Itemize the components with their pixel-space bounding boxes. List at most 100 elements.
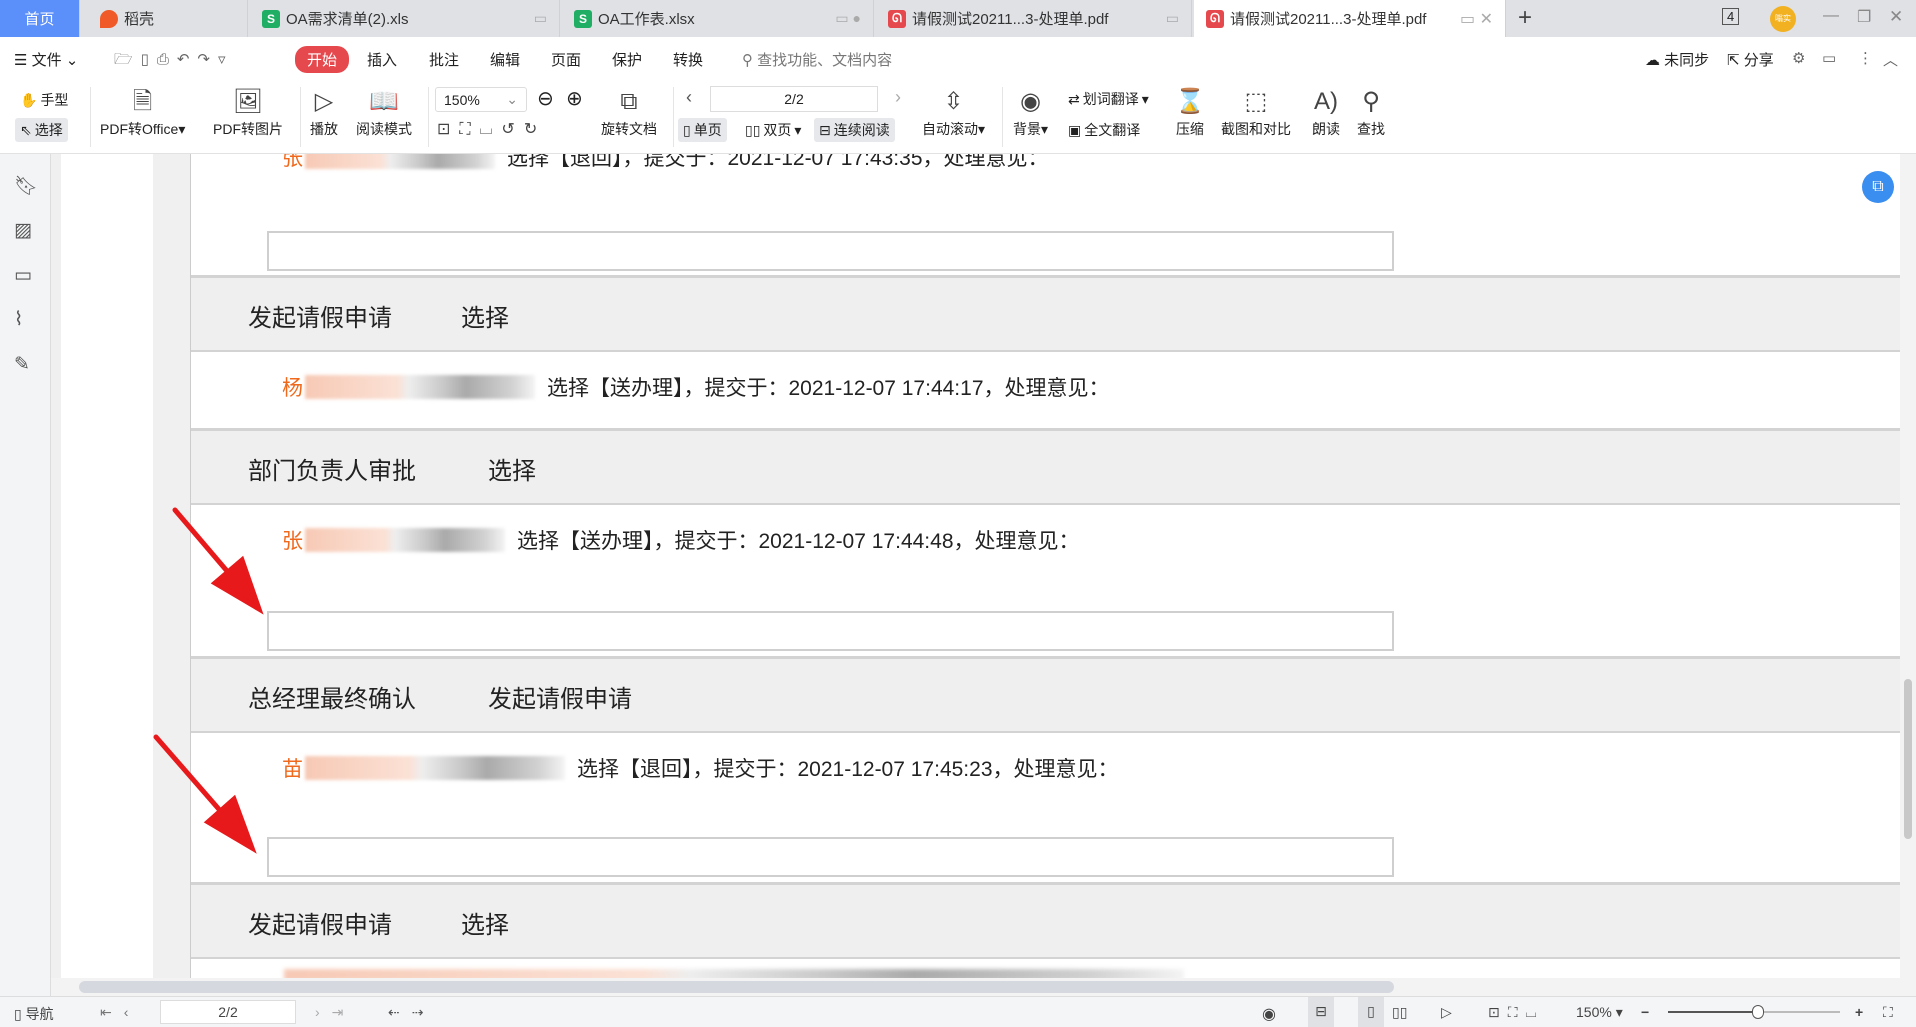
tab-edit[interactable]: 编辑 [490, 49, 520, 70]
read-aloud-button[interactable]: A) 朗读 [1312, 85, 1340, 139]
zoom-out-icon[interactable]: ⊖ [537, 86, 554, 111]
fit-icons[interactable]: ⊡⛶⌴ [1488, 1004, 1545, 1021]
tab-start[interactable]: 开始 [295, 46, 350, 73]
horizontal-scrollbar[interactable] [51, 978, 1916, 996]
share-button[interactable]: ⇱ 分享 [1727, 49, 1774, 70]
continuous-icon[interactable]: ⊟ [1308, 997, 1334, 1027]
first-prev-page-buttons[interactable]: ⇤‹ [100, 1004, 140, 1021]
tab-insert[interactable]: 插入 [367, 49, 397, 70]
hand-tool[interactable]: ✋ 手型 [20, 90, 68, 110]
play-icon[interactable]: ▷ [1441, 1004, 1452, 1021]
status-page-input[interactable]: 2/2 [160, 1000, 296, 1024]
screenshot-compare-button[interactable]: ⬚ 截图和对比 [1221, 85, 1291, 139]
share-label: 分享 [1743, 52, 1774, 69]
sync-button[interactable]: ☁ 未同步 [1645, 49, 1709, 70]
word-translate-button[interactable]: ⇄ 划词翻译 ▾ [1068, 89, 1149, 109]
file-menu[interactable]: ☰ 文件 ⌄ [14, 49, 78, 70]
avatar[interactable]: 嗡实 [1770, 6, 1796, 32]
find-button[interactable]: ⚲ 查找 [1357, 85, 1385, 139]
nav-label: 导航 [25, 1006, 54, 1022]
label: 阅读模式 [356, 121, 412, 137]
tab-convert[interactable]: 转换 [673, 49, 703, 70]
signature-icon[interactable]: ✎ [14, 353, 30, 376]
minimize-button[interactable]: — [1823, 7, 1839, 25]
next-page-button[interactable]: › [895, 87, 901, 108]
pdf-icon: ᘏ [1206, 9, 1224, 28]
tab-label: 稻壳 [124, 11, 155, 28]
continuous-read-button[interactable]: ⊟ 连续阅读 [814, 118, 895, 142]
fit-rotate-icons[interactable]: ⊡⛶⌴↺↻ [437, 119, 546, 139]
tab-page[interactable]: 页面 [551, 49, 581, 70]
zoom-slider-handle[interactable] [1752, 1005, 1764, 1019]
window-count-badge[interactable]: 4 [1722, 8, 1740, 25]
compress-button[interactable]: ⌛ 压缩 [1175, 85, 1205, 139]
comment-icon[interactable]: ▭ [14, 264, 32, 287]
zoom-in-icon[interactable]: ⊕ [566, 86, 583, 111]
close-tab-icon[interactable]: ▭ ✕ [1460, 9, 1493, 29]
prev-page-button[interactable]: ‹ [686, 87, 692, 108]
background-button[interactable]: ◉ 背景▾ [1013, 85, 1048, 139]
attachment-icon[interactable]: ⌇ [14, 308, 23, 331]
zoom-out-button[interactable]: − [1641, 1004, 1649, 1020]
label: 查找 [1357, 121, 1385, 137]
step-header: 部门负责人审批 选择 [191, 428, 1900, 505]
tab-pdf-active[interactable]: ᘏ 请假测试20211...3-处理单.pdf ▭ ✕ [1194, 0, 1506, 37]
zoom-value: 150% [1576, 1004, 1612, 1020]
select-tool[interactable]: ⇖ 选择 [15, 118, 68, 142]
search-box[interactable]: ⚲ 查找功能、文档内容 [742, 49, 892, 70]
opinion-box[interactable] [267, 231, 1394, 271]
tab-annotate[interactable]: 批注 [429, 49, 459, 70]
status-zoom[interactable]: 150% ▾ [1576, 1004, 1623, 1021]
thumbnail-icon[interactable]: ▨ [14, 219, 32, 242]
label: PDF转Office [100, 121, 179, 137]
rotate-document-button[interactable]: ⧉ 旋转文档 [601, 85, 657, 139]
tab-oa-sheet[interactable]: S OA工作表.xlsx ▭ ● [562, 0, 874, 37]
zoom-in-button[interactable]: + [1855, 1004, 1863, 1020]
record-row: 苗 选择【退回】，提交于：2021-12-07 17:45:23，处理意见： [191, 733, 1900, 882]
full-translate-button[interactable]: ▣ 全文翻译 [1068, 120, 1140, 140]
comment-icon[interactable]: ▭ [1822, 49, 1836, 67]
restore-button[interactable]: ❐ [1857, 7, 1871, 27]
zoom-slider[interactable] [1668, 1005, 1840, 1019]
new-tab-button[interactable]: + [1518, 4, 1532, 32]
single-page-button[interactable]: ▯ 单页 [678, 118, 727, 142]
quick-access-icons[interactable]: 🗁▯⎙↶↷▿ [114, 49, 234, 74]
opinion-box[interactable] [267, 837, 1394, 877]
tab-protect[interactable]: 保护 [612, 49, 642, 70]
play-button[interactable]: ▷ 播放 [310, 85, 338, 139]
double-page-icon[interactable]: ▯▯ [1392, 1004, 1407, 1021]
opinion-box[interactable] [267, 611, 1394, 651]
page-input[interactable]: 2/2 [710, 86, 878, 112]
pdf-to-image-button[interactable]: 🖼 PDF转图片 [213, 85, 283, 139]
tab-oa-list[interactable]: S OA需求清单(2).xls ▭ [250, 0, 560, 37]
sync-label: 未同步 [1664, 52, 1710, 69]
eye-protect-icon[interactable]: ◉ [1262, 1004, 1276, 1024]
single-page-icon[interactable]: ▯ [1358, 997, 1384, 1027]
next-last-page-buttons[interactable]: ›⇥ [315, 1004, 355, 1021]
menu-bar: ☰ 文件 ⌄ 🗁▯⎙↶↷▿ 开始 插入 批注 编辑 页面 保护 转换 ⚲ 查找功… [0, 37, 1916, 81]
rotate-icon: ⧉ [620, 88, 638, 115]
bookmark-icon[interactable]: 🔖︎ [14, 174, 38, 198]
step-action: 选择 [461, 912, 509, 939]
redacted-name [305, 375, 535, 399]
floating-convert-button[interactable]: ⧉ [1862, 171, 1894, 203]
pdf-to-office-button[interactable]: 🗎 PDF转Office▾ [100, 85, 185, 139]
tab-daoke[interactable]: 稻壳 [88, 0, 248, 37]
zoom-select[interactable]: 150% ⌄ [435, 87, 527, 112]
pdf-page[interactable]: 张 选择【退回】，提交于：2021-12-07 17:43:35，处理意见： 发起… [190, 154, 1900, 978]
tab-pdf-1[interactable]: ᘏ 请假测试20211...3-处理单.pdf ▭ [876, 0, 1192, 37]
tab-home[interactable]: 首页 [0, 0, 80, 37]
auto-scroll-button[interactable]: ⇳ 自动滚动▾ [922, 85, 985, 139]
vertical-scrollbar[interactable] [1900, 154, 1916, 978]
back-forward-buttons[interactable]: ⇠⇢ [388, 1004, 435, 1021]
collapse-ribbon-icon[interactable]: ︿ [1883, 49, 1898, 70]
tab-bar: 首页 稻壳 S OA需求清单(2).xls ▭ S OA工作表.xlsx ▭ ● ᘏ 请假… [0, 0, 1916, 37]
settings-icon[interactable]: ⚙ [1792, 49, 1805, 67]
double-page-button[interactable]: ▯▯ 双页 ▾ [745, 120, 801, 140]
fullscreen-icon[interactable]: ⛶ [1883, 1004, 1893, 1021]
more-icon[interactable]: ⋮ [1858, 49, 1873, 67]
read-mode-button[interactable]: 📖 阅读模式 [356, 85, 412, 139]
close-window-button[interactable]: ✕ [1889, 7, 1903, 27]
navigation-toggle[interactable]: ▯ 导航 [14, 1004, 54, 1024]
pdf-icon: ᘏ [888, 9, 906, 28]
